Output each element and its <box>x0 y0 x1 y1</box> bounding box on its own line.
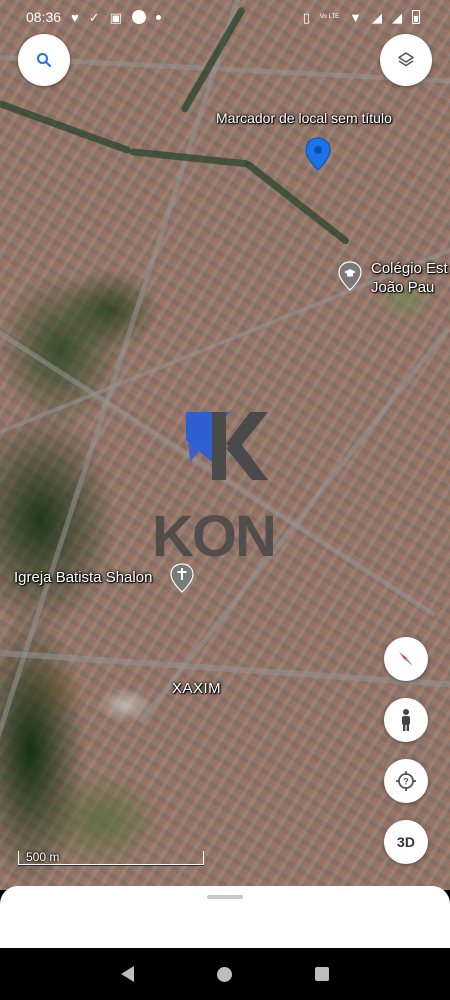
signal-2-icon: ◢ <box>392 9 402 25</box>
church-label[interactable]: Igreja Batista Shalon <box>14 569 152 586</box>
lte-icon: Vo LTE <box>319 14 340 20</box>
pegman-icon <box>402 709 410 731</box>
status-right: ▯ Vo LTE ▼ ◢ ◢ <box>303 10 420 24</box>
instagram-notification-icon: ▣ <box>109 9 122 25</box>
marker-label[interactable]: Marcador de local sem título <box>216 110 392 126</box>
school-label-line2[interactable]: João Pau <box>371 279 434 296</box>
map-stream <box>243 160 351 246</box>
status-left: 08:36 ♥ ✓ ▣ <box>26 9 161 25</box>
svg-text:?: ? <box>403 777 409 787</box>
school-label[interactable]: Colégio Est <box>371 260 448 277</box>
vibrate-icon: ▯ <box>302 9 310 25</box>
compass-icon <box>399 652 413 666</box>
signal-icon: ◢ <box>372 9 382 25</box>
status-bar: 08:36 ♥ ✓ ▣ ▯ Vo LTE ▼ ◢ ◢ <box>0 0 450 34</box>
more-notifications-icon <box>155 14 161 20</box>
3d-toggle-button[interactable]: 3D <box>384 820 428 864</box>
recent-apps-icon[interactable] <box>314 967 329 981</box>
map-pin-icon[interactable] <box>305 137 331 171</box>
compass-button[interactable] <box>384 637 428 681</box>
battery-icon <box>412 10 420 24</box>
layers-icon <box>398 52 414 67</box>
school-icon[interactable] <box>338 261 362 291</box>
search-button[interactable] <box>18 34 70 86</box>
shield-notification-icon: ✓ <box>88 9 100 25</box>
my-location-icon: ? <box>396 771 416 791</box>
system-nav-bar <box>0 948 450 1000</box>
neighborhood-label: XAXIM <box>172 680 222 697</box>
search-icon <box>37 53 52 68</box>
home-icon[interactable] <box>216 966 232 982</box>
scale-label: 500 m <box>26 850 60 864</box>
status-time: 08:36 <box>26 9 62 25</box>
map-stream <box>0 100 132 155</box>
kon-wordmark: KON <box>152 504 277 569</box>
circle-notification-icon <box>131 10 146 24</box>
bottom-sheet[interactable] <box>0 886 450 948</box>
map-road <box>0 650 450 689</box>
my-location-button[interactable]: ? <box>384 759 428 803</box>
sheet-drag-handle[interactable] <box>207 895 243 899</box>
back-icon[interactable] <box>121 966 135 982</box>
street-view-button[interactable] <box>384 698 428 742</box>
wifi-icon: ▼ <box>349 9 362 25</box>
layers-button[interactable] <box>380 34 432 86</box>
chat-notification-icon: ♥ <box>71 9 79 25</box>
